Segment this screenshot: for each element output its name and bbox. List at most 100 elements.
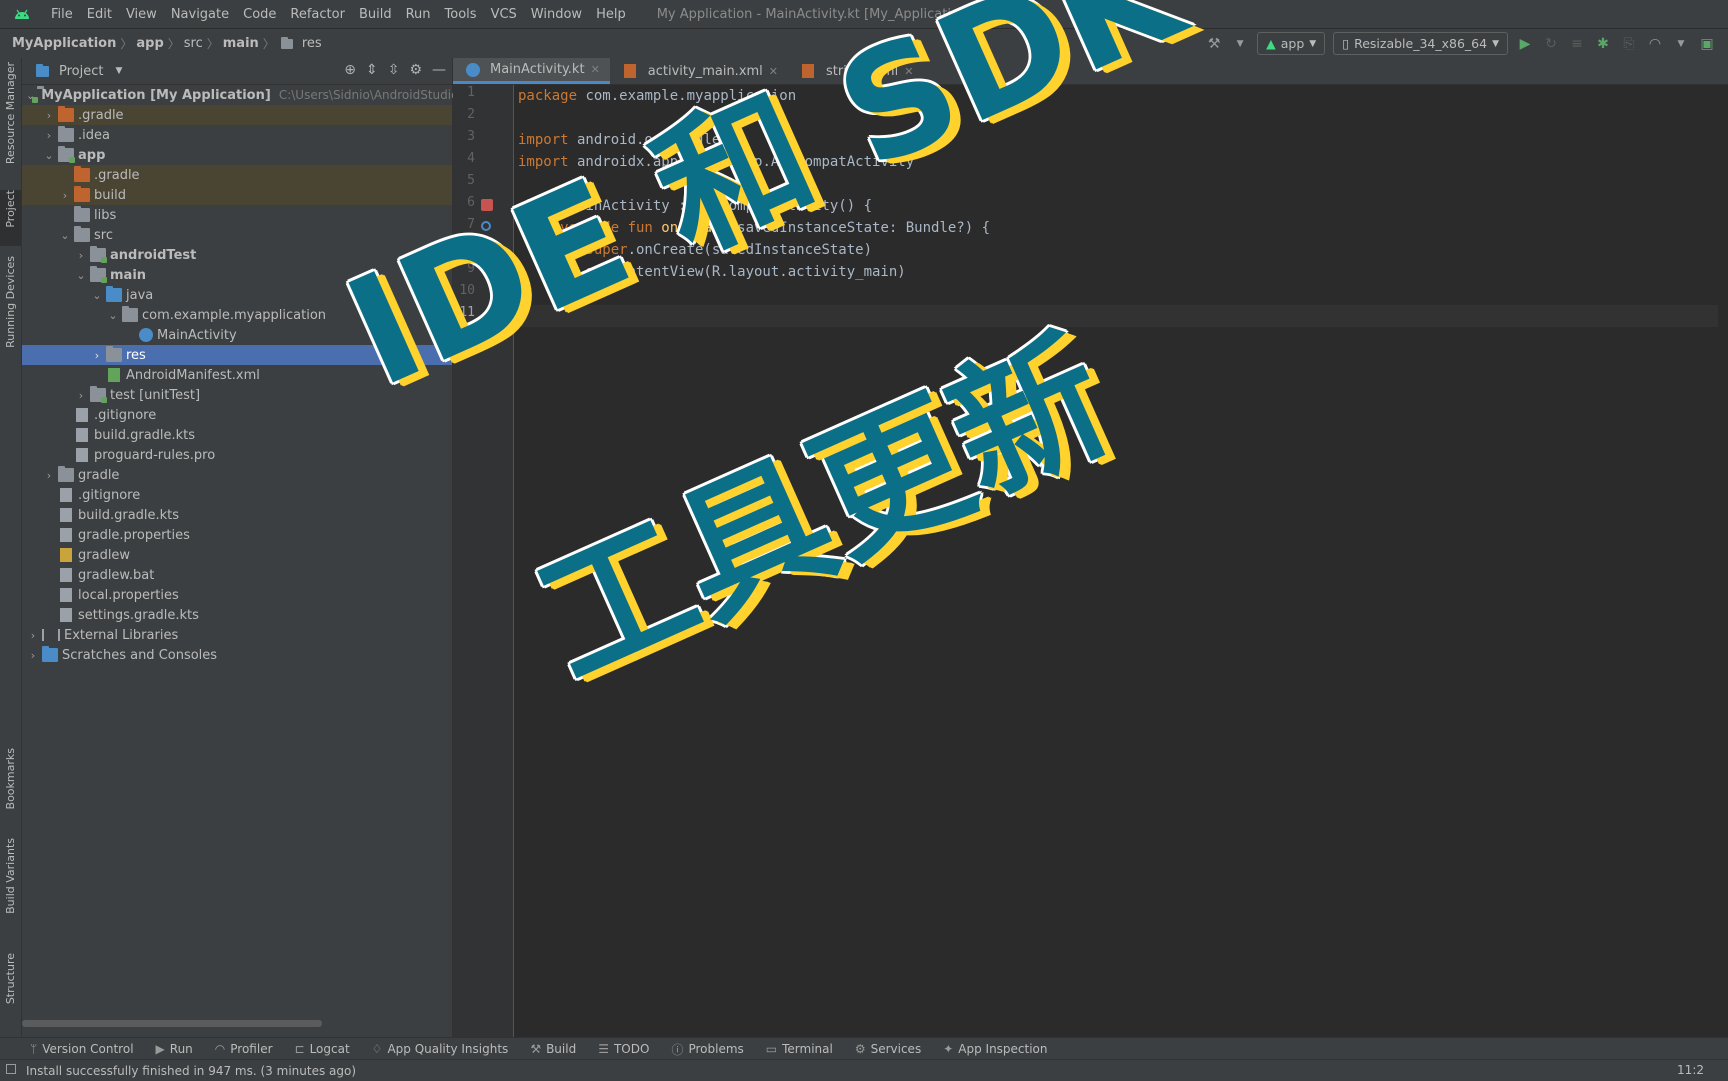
tree-item-settings-gradle[interactable]: settings.gradle.kts — [22, 605, 452, 625]
tab-mainactivity[interactable]: MainActivity.kt ✕ — [453, 58, 610, 84]
rerun-icon[interactable]: ↻ — [1542, 35, 1560, 53]
sdk-manager-icon[interactable]: ▣ — [1698, 35, 1716, 53]
chevron-down-icon[interactable]: ▼ — [115, 66, 122, 76]
tool-services[interactable]: ⚙ Services — [855, 1042, 921, 1056]
stripe-bookmarks[interactable]: Bookmarks — [0, 748, 21, 828]
tree-item-package[interactable]: ⌄ com.example.myapplication — [22, 305, 452, 325]
tool-app-inspection[interactable]: ✦ App Inspection — [943, 1042, 1047, 1056]
profiler-icon[interactable]: ◠ — [1646, 35, 1664, 53]
breadcrumb-project[interactable]: MyApplication — [8, 36, 120, 51]
menu-view[interactable]: View — [119, 7, 164, 22]
close-icon[interactable]: ✕ — [904, 65, 913, 78]
run-icon[interactable]: ▶ — [1516, 35, 1534, 53]
tree-item-java[interactable]: ⌄ java — [22, 285, 452, 305]
chevron-right-icon[interactable]: › — [58, 189, 72, 202]
tree-item-build[interactable]: › build — [22, 185, 452, 205]
menu-code[interactable]: Code — [236, 7, 283, 22]
stripe-resource-manager[interactable]: Resource Manager — [0, 62, 21, 190]
locate-icon[interactable]: ⊕ — [344, 62, 356, 78]
chevron-down-icon[interactable]: ⌄ — [90, 289, 104, 302]
tree-item-external-libraries[interactable]: › External Libraries — [22, 625, 452, 645]
tree-item-build-gradle[interactable]: build.gradle.kts — [22, 425, 452, 445]
tool-todo[interactable]: ☰ TODO — [598, 1042, 649, 1056]
menu-navigate[interactable]: Navigate — [164, 7, 236, 22]
tree-item-libs[interactable]: libs — [22, 205, 452, 225]
tree-item-gradle[interactable]: › .gradle — [22, 105, 452, 125]
menu-refactor[interactable]: Refactor — [283, 7, 352, 22]
tree-item-main[interactable]: ⌄ main — [22, 265, 452, 285]
chevron-right-icon[interactable]: › — [90, 349, 104, 362]
chevron-right-icon[interactable]: › — [42, 469, 56, 482]
menu-run[interactable]: Run — [399, 7, 438, 22]
tool-windows-toggle-icon[interactable] — [6, 1064, 16, 1074]
device-select[interactable]: ▯ Resizable_34_x86_64 ▼ — [1333, 32, 1508, 55]
chevron-down-icon[interactable]: ⌄ — [42, 149, 56, 162]
breadcrumb-app[interactable]: app — [132, 36, 167, 51]
status-message[interactable]: Install successfully finished in 947 ms.… — [26, 1064, 356, 1078]
chevron-right-icon[interactable]: › — [74, 249, 88, 262]
hammer-icon[interactable]: ⚒ — [1205, 35, 1223, 53]
chevron-right-icon[interactable]: › — [74, 389, 88, 402]
minimize-icon[interactable]: — — [432, 62, 446, 78]
tree-item-idea[interactable]: › .idea — [22, 125, 452, 145]
apply-changes-icon[interactable]: ≡ — [1568, 35, 1586, 53]
override-gutter-icon[interactable] — [481, 221, 491, 231]
gear-icon[interactable]: ⚙ — [409, 62, 422, 78]
tree-item-androidtest[interactable]: › androidTest — [22, 245, 452, 265]
chevron-down-icon[interactable]: ⌄ — [74, 269, 88, 282]
stripe-running-devices[interactable]: Running Devices — [0, 256, 21, 364]
tab-strings[interactable]: strings.xml ✕ — [788, 58, 923, 84]
tree-item-test[interactable]: › test [unitTest] — [22, 385, 452, 405]
menu-vcs[interactable]: VCS — [484, 7, 524, 22]
tree-item-gradlew[interactable]: gradlew — [22, 545, 452, 565]
menu-window[interactable]: Window — [524, 7, 589, 22]
project-view-select[interactable]: Project — [59, 64, 103, 79]
attach-debugger-icon[interactable]: ⎘ — [1620, 35, 1638, 53]
tool-logcat[interactable]: ⊏ Logcat — [295, 1042, 350, 1056]
tree-item-local-properties[interactable]: local.properties — [22, 585, 452, 605]
breadcrumb-res[interactable]: res — [275, 36, 326, 51]
tool-profiler[interactable]: ◠ Profiler — [215, 1042, 273, 1056]
menu-file[interactable]: File — [44, 7, 80, 22]
close-icon[interactable]: ✕ — [591, 63, 600, 76]
tree-item-app[interactable]: ⌄ app — [22, 145, 452, 165]
tree-item-root[interactable]: ⌄ MyApplication [My Application] C:\User… — [22, 85, 470, 105]
tree-item-manifest[interactable]: AndroidManifest.xml — [22, 365, 452, 385]
tree-item-src[interactable]: ⌄ src — [22, 225, 452, 245]
tool-app-quality-insights[interactable]: ♢ App Quality Insights — [372, 1042, 509, 1056]
collapse-all-icon[interactable]: ⇳ — [388, 62, 400, 78]
tree-item-res[interactable]: › res — [22, 345, 452, 365]
horizontal-scrollbar[interactable] — [22, 1020, 322, 1027]
tree-item-scratches[interactable]: › Scratches and Consoles — [22, 645, 452, 665]
chevron-down-icon[interactable]: ▼ — [1672, 35, 1690, 53]
breadcrumb-main[interactable]: main — [219, 36, 263, 51]
tree-item-root-build-gradle[interactable]: build.gradle.kts — [22, 505, 452, 525]
tool-run[interactable]: ▶ Run — [156, 1042, 193, 1056]
tree-item-root-gitignore[interactable]: .gitignore — [22, 485, 452, 505]
tree-item-app-gradle[interactable]: .gradle — [22, 165, 452, 185]
tool-terminal[interactable]: ▭ Terminal — [766, 1042, 833, 1056]
tool-version-control[interactable]: ᛘ Version Control — [30, 1042, 134, 1056]
chevron-down-icon[interactable]: ⌄ — [106, 309, 120, 322]
tree-item-gradlew-bat[interactable]: gradlew.bat — [22, 565, 452, 585]
chevron-right-icon[interactable]: › — [26, 649, 40, 662]
stripe-project[interactable]: Project — [0, 190, 21, 246]
menu-help[interactable]: Help — [589, 7, 633, 22]
tree-item-gitignore[interactable]: .gitignore — [22, 405, 452, 425]
tree-item-gradle-dir[interactable]: › gradle — [22, 465, 452, 485]
tree-item-gradle-properties[interactable]: gradle.properties — [22, 525, 452, 545]
tab-activity-main[interactable]: activity_main.xml ✕ — [610, 58, 788, 84]
chevron-down-icon[interactable]: ▼ — [1231, 35, 1249, 53]
cursor-position[interactable]: 11:2 — [1677, 1063, 1704, 1077]
menu-build[interactable]: Build — [352, 7, 399, 22]
tree-item-mainactivity[interactable]: MainActivity — [22, 325, 452, 345]
expand-all-icon[interactable]: ⇕ — [366, 62, 378, 78]
stripe-build-variants[interactable]: Build Variants — [0, 838, 21, 938]
tool-build[interactable]: ⚒ Build — [530, 1042, 576, 1056]
debug-icon[interactable]: ✱ — [1594, 35, 1612, 53]
chevron-right-icon[interactable]: › — [42, 109, 56, 122]
run-config-select[interactable]: ▲ app ▼ — [1257, 32, 1326, 55]
breadcrumb-src[interactable]: src — [180, 36, 207, 51]
tree-item-proguard[interactable]: proguard-rules.pro — [22, 445, 452, 465]
run-gutter-icon[interactable] — [481, 199, 493, 211]
